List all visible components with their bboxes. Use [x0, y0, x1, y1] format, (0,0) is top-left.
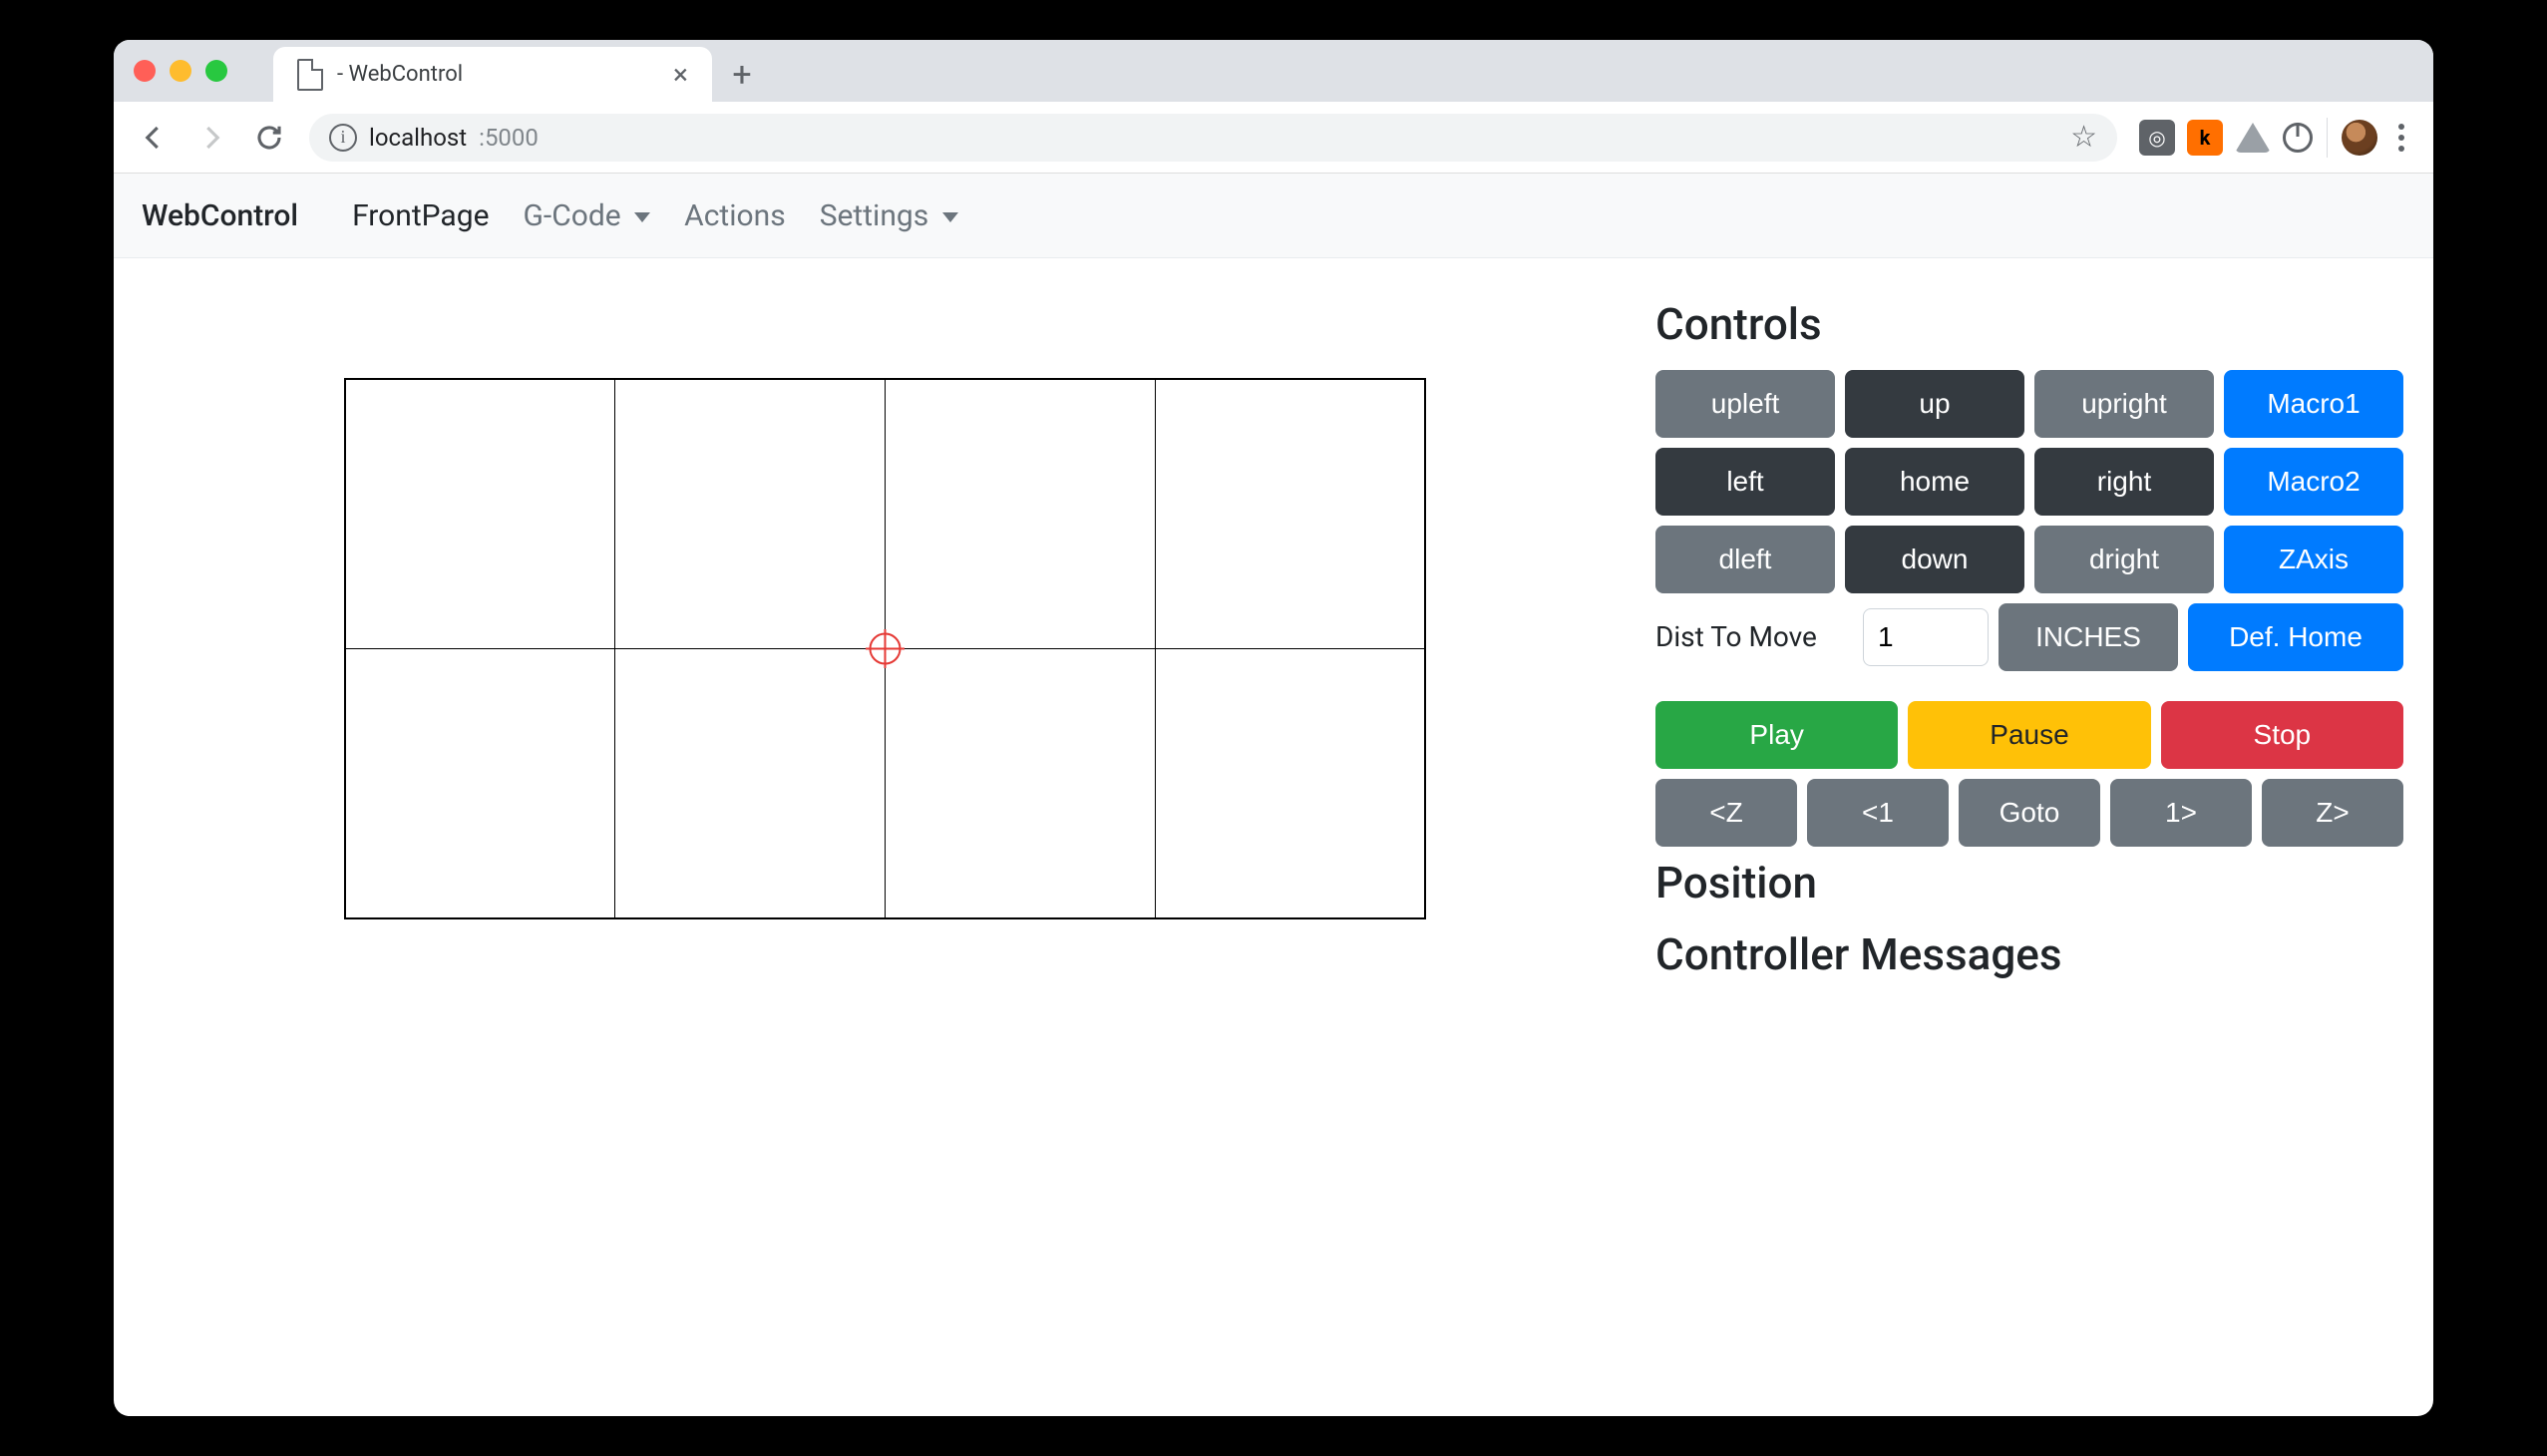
window-controls: [134, 60, 227, 82]
close-window-button[interactable]: [134, 60, 156, 82]
goto-button[interactable]: Goto: [1959, 779, 2100, 847]
goto-1-prev-button[interactable]: <1: [1807, 779, 1949, 847]
units-button[interactable]: INCHES: [1999, 603, 2178, 671]
extension-icons: ◎ k: [2139, 120, 2313, 156]
jog-upright-button[interactable]: upright: [2034, 370, 2214, 438]
jog-row-3: dleft down dright ZAxis: [1655, 526, 2403, 593]
goto-row: <Z <1 Goto 1> Z>: [1655, 779, 2403, 847]
profile-avatar[interactable]: [2342, 120, 2377, 156]
back-button[interactable]: [128, 112, 180, 164]
extension-icon[interactable]: k: [2187, 120, 2223, 156]
chevron-down-icon: [634, 212, 650, 222]
minimize-window-button[interactable]: [170, 60, 191, 82]
jog-row-2: left home right Macro2: [1655, 448, 2403, 516]
forward-button[interactable]: [185, 112, 237, 164]
file-icon: [297, 59, 323, 91]
goto-z-next-button[interactable]: Z>: [2262, 779, 2403, 847]
dist-row: Dist To Move INCHES Def. Home: [1655, 603, 2403, 671]
controls-heading: Controls: [1655, 298, 2403, 350]
dist-input[interactable]: [1863, 608, 1989, 666]
jog-left-button[interactable]: left: [1655, 448, 1835, 516]
def-home-button[interactable]: Def. Home: [2188, 603, 2403, 671]
new-tab-button[interactable]: +: [712, 47, 772, 102]
macro1-button[interactable]: Macro1: [2224, 370, 2403, 438]
app-content: Controls upleft up upright Macro1 left h…: [114, 258, 2433, 1416]
app-brand[interactable]: WebControl: [142, 198, 298, 233]
goto-1-next-button[interactable]: 1>: [2110, 779, 2252, 847]
chevron-down-icon: [942, 212, 958, 222]
zaxis-button[interactable]: ZAxis: [2224, 526, 2403, 593]
nav-settings-label: Settings: [820, 198, 929, 233]
workspace-panel: [114, 298, 1655, 1416]
bookmark-star-icon[interactable]: ☆: [2070, 120, 2097, 155]
tab-title: - WebControl: [337, 62, 659, 87]
messages-heading: Controller Messages: [1655, 928, 2403, 980]
play-button[interactable]: Play: [1655, 701, 1898, 769]
browser-toolbar: i localhost :5000 ☆ ◎ k: [114, 102, 2433, 174]
jog-upleft-button[interactable]: upleft: [1655, 370, 1835, 438]
workspace-plot[interactable]: [344, 378, 1426, 919]
chrome-menu-icon[interactable]: [2383, 124, 2419, 152]
jog-home-button[interactable]: home: [1845, 448, 2024, 516]
site-info-icon[interactable]: i: [329, 124, 357, 152]
nav-gcode-label: G-Code: [523, 198, 620, 233]
macro2-button[interactable]: Macro2: [2224, 448, 2403, 516]
jog-dleft-button[interactable]: dleft: [1655, 526, 1835, 593]
toolbar-divider: [2327, 118, 2328, 158]
nav-frontpage[interactable]: FrontPage: [352, 198, 489, 233]
url-host: localhost: [369, 124, 467, 152]
nav-actions[interactable]: Actions: [684, 198, 786, 233]
extension-icon[interactable]: [2235, 123, 2271, 153]
goto-z-prev-button[interactable]: <Z: [1655, 779, 1797, 847]
position-heading: Position: [1655, 857, 2403, 909]
transport-row: Play Pause Stop: [1655, 701, 2403, 769]
close-tab-icon[interactable]: ×: [673, 58, 688, 91]
browser-tab[interactable]: - WebControl ×: [273, 47, 712, 102]
browser-window: - WebControl × + i localhost :5000 ☆ ◎ k: [114, 40, 2433, 1416]
zoom-window-button[interactable]: [205, 60, 227, 82]
reload-button[interactable]: [243, 112, 295, 164]
pause-button[interactable]: Pause: [1908, 701, 2150, 769]
jog-down-button[interactable]: down: [1845, 526, 2024, 593]
extension-icon[interactable]: [2283, 123, 2313, 153]
jog-up-button[interactable]: up: [1845, 370, 2024, 438]
jog-row-1: upleft up upright Macro1: [1655, 370, 2403, 438]
jog-right-button[interactable]: right: [2034, 448, 2214, 516]
jog-dright-button[interactable]: dright: [2034, 526, 2214, 593]
stop-button[interactable]: Stop: [2161, 701, 2403, 769]
app-navbar: WebControl FrontPage G-Code Actions Sett…: [114, 174, 2433, 258]
nav-gcode[interactable]: G-Code: [523, 198, 650, 233]
titlebar: - WebControl × +: [114, 40, 2433, 102]
nav-settings[interactable]: Settings: [820, 198, 958, 233]
address-bar[interactable]: i localhost :5000 ☆: [309, 114, 2117, 162]
extension-icon[interactable]: ◎: [2139, 120, 2175, 156]
url-port: :5000: [479, 124, 539, 152]
controls-panel: Controls upleft up upright Macro1 left h…: [1655, 298, 2433, 1416]
dist-label: Dist To Move: [1655, 619, 1853, 655]
